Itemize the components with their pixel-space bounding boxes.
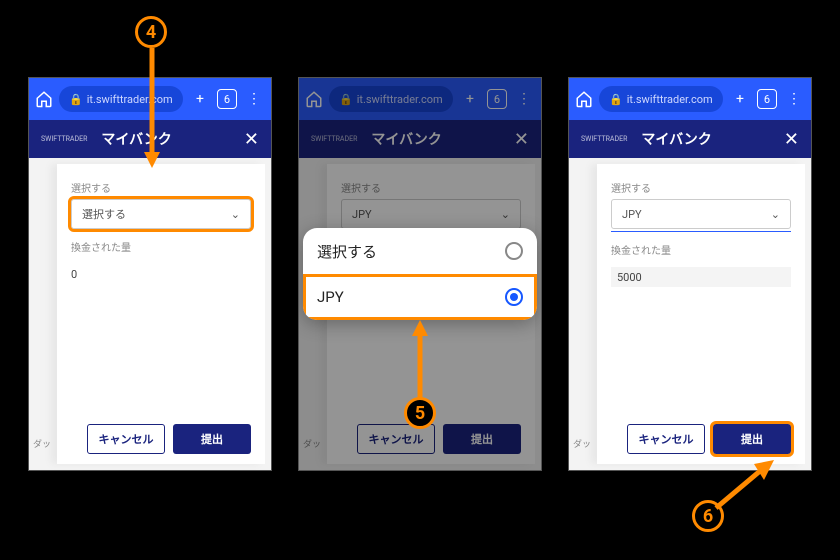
url-bar[interactable]: 🔒 it.swifttrader.com xyxy=(59,86,183,112)
form-actions: キャンセル 提出 xyxy=(611,416,791,454)
url-bar[interactable]: 🔒 it.swifttrader.com xyxy=(599,86,723,112)
lock-icon: 🔒 xyxy=(609,93,623,106)
currency-select[interactable]: JPY ⌄ xyxy=(611,199,791,229)
home-icon[interactable] xyxy=(35,90,53,108)
form-actions: キャンセル 提出 xyxy=(71,416,251,454)
radio-checked-icon xyxy=(505,288,523,306)
dashboard-peek-label: ダッ xyxy=(33,437,51,450)
submit-button[interactable]: 提出 xyxy=(173,424,251,454)
option-label: 選択する xyxy=(317,241,377,262)
phone-screenshot-3: 🔒 it.swifttrader.com + 6 ⋮ SWIFTTRADER マ… xyxy=(568,77,812,471)
annotation-badge-4: 4 xyxy=(135,16,167,48)
amount-value: 0 xyxy=(71,264,251,284)
browser-chrome: 🔒 it.swifttrader.com + 6 ⋮ xyxy=(29,78,271,120)
currency-option-placeholder[interactable]: 選択する xyxy=(303,228,537,274)
more-icon[interactable]: ⋮ xyxy=(243,88,265,110)
currency-select-label: 選択する xyxy=(71,180,251,195)
browser-chrome: 🔒 it.swifttrader.com + 6 ⋮ xyxy=(569,78,811,120)
currency-picker-sheet: 選択する JPY xyxy=(303,228,537,320)
brand-label: SWIFTTRADER xyxy=(41,135,87,143)
cancel-button[interactable]: キャンセル xyxy=(627,424,705,454)
chevron-down-icon: ⌄ xyxy=(231,208,240,221)
currency-select-label: 選択する xyxy=(611,180,791,195)
brand-label: SWIFTTRADER xyxy=(581,135,627,143)
url-text: it.swifttrader.com xyxy=(627,93,713,106)
currency-select[interactable]: 選択する ⌄ xyxy=(71,199,251,229)
radio-unchecked-icon xyxy=(505,242,523,260)
annotation-badge-6: 6 xyxy=(692,500,724,532)
home-icon[interactable] xyxy=(575,90,593,108)
cancel-button[interactable]: キャンセル xyxy=(87,424,165,454)
option-label: JPY xyxy=(317,288,344,306)
app-header: SWIFTTRADER マイバンク ✕ xyxy=(569,120,811,158)
app-header: SWIFTTRADER マイバンク ✕ xyxy=(29,120,271,158)
page-title: マイバンク xyxy=(641,129,711,149)
amount-label: 換金された量 xyxy=(611,242,791,257)
form-card: 選択する 選択する ⌄ 換金された量 0 キャンセル 提出 xyxy=(57,164,265,464)
currency-select-value: 選択する xyxy=(82,206,126,222)
amount-label: 換金された量 xyxy=(71,239,251,254)
panel: ダッ 選択する JPY ⌄ 換金された量 5000 キャンセル 提出 xyxy=(569,158,811,470)
panel: ダッ 選択する 選択する ⌄ 換金された量 0 キャンセル 提出 xyxy=(29,158,271,470)
currency-option-jpy[interactable]: JPY xyxy=(303,274,537,320)
dashboard-peek-label: ダッ xyxy=(573,437,591,450)
new-tab-icon[interactable]: + xyxy=(189,88,211,110)
more-icon[interactable]: ⋮ xyxy=(783,88,805,110)
phone-screenshot-1: 🔒 it.swifttrader.com + 6 ⋮ SWIFTTRADER マ… xyxy=(28,77,272,471)
form-card: 選択する JPY ⌄ 換金された量 5000 キャンセル 提出 xyxy=(597,164,805,464)
close-icon[interactable]: ✕ xyxy=(244,129,259,150)
amount-value[interactable]: 5000 xyxy=(611,267,791,287)
currency-select-value: JPY xyxy=(622,208,642,221)
tab-count-button[interactable]: 6 xyxy=(217,89,237,109)
tab-count-button[interactable]: 6 xyxy=(757,89,777,109)
url-text: it.swifttrader.com xyxy=(87,93,173,106)
new-tab-icon[interactable]: + xyxy=(729,88,751,110)
close-icon[interactable]: ✕ xyxy=(784,129,799,150)
lock-icon: 🔒 xyxy=(69,93,83,106)
chevron-down-icon: ⌄ xyxy=(771,208,780,221)
submit-button[interactable]: 提出 xyxy=(713,424,791,454)
page-title: マイバンク xyxy=(101,129,171,149)
phone-screenshot-2: 🔒 it.swifttrader.com + 6 ⋮ SWIFTTRADER マ… xyxy=(298,77,542,471)
